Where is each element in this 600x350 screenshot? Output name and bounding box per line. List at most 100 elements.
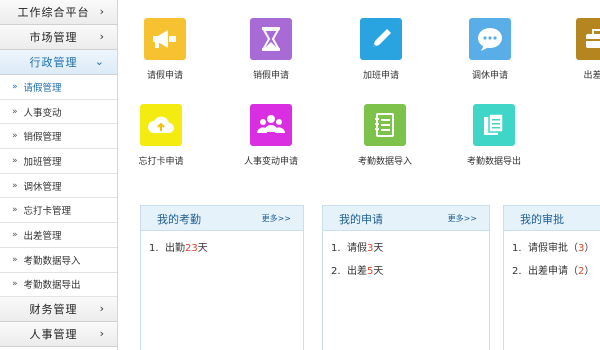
main-content: 请假申请 销假申请 加班申请 调休申请 出差 忘打卡申请 人事变动申请 考勤数据…	[119, 0, 600, 350]
chevron-right-icon: ›	[99, 5, 105, 18]
list-item[interactable]: 1. 出勤23天	[149, 239, 303, 254]
megaphone-icon	[144, 18, 186, 60]
list-item[interactable]: 2. 出差5天	[331, 262, 489, 277]
sidebar-item-missed-punch[interactable]: » 忘打卡管理	[0, 198, 117, 224]
item-unit: 天	[373, 243, 384, 254]
cloud-upload-icon	[140, 104, 182, 146]
panel-header: 我的申请 更多>>	[323, 206, 489, 231]
list-number: 1.	[149, 243, 159, 254]
sidebar-item-label: 考勤数据导入	[23, 255, 81, 267]
double-chevron-icon: »	[12, 279, 18, 290]
nav-group-label: 工作综合平台	[17, 6, 90, 19]
sidebar-item-label: 加班管理	[23, 156, 62, 168]
sidebar-item-personnel-change[interactable]: » 人事变动	[0, 99, 117, 125]
list-item[interactable]: 1. 请假审批（3）	[512, 239, 600, 254]
double-chevron-icon: »	[12, 106, 18, 117]
chevron-right-icon: ›	[99, 30, 105, 43]
tile-missed-punch-request[interactable]: 忘打卡申请	[111, 104, 211, 167]
sidebar-item-label: 考勤数据导出	[23, 280, 81, 292]
item-text: 请假	[347, 243, 367, 254]
sidebar-item-leave-cancel[interactable]: » 销假管理	[0, 124, 117, 150]
hourglass-icon	[250, 18, 292, 60]
item-count: 23	[185, 243, 198, 254]
sidebar-item-label: 出差管理	[23, 230, 62, 242]
panel-title: 我的申请	[339, 213, 383, 226]
list-item[interactable]: 1. 请假3天	[331, 239, 489, 254]
briefcase-icon	[576, 18, 600, 60]
tile-label: 请假申请	[146, 71, 183, 81]
double-chevron-icon: »	[12, 254, 18, 265]
item-unit: ）	[584, 266, 595, 277]
tile-personnel-change-request[interactable]: 人事变动申请	[221, 104, 321, 167]
nav-group-label: 人事管理	[29, 328, 78, 342]
nav-group-market[interactable]: 市场管理 ›	[0, 25, 117, 50]
chevron-right-icon: ›	[99, 327, 105, 341]
sidebar-item-attendance-export[interactable]: » 考勤数据导出	[0, 272, 117, 298]
item-text: 出勤	[165, 243, 185, 254]
sidebar-item-label: 请假管理	[23, 82, 62, 94]
double-chevron-icon: »	[12, 131, 18, 142]
sidebar-item-time-off[interactable]: » 调休管理	[0, 173, 117, 199]
double-chevron-icon: »	[12, 205, 18, 216]
nav-group-hr[interactable]: 人事管理 ›	[0, 322, 117, 348]
nav-group-label: 财务管理	[29, 303, 78, 317]
sidebar-item-label: 忘打卡管理	[23, 206, 72, 218]
panel-header: 我的考勤 更多>>	[141, 206, 303, 231]
sidebar: 工作综合平台 › 市场管理 › 行政管理 ⌄ » 请假管理 » 人事变动 » 销…	[0, 0, 118, 350]
list-number: 2.	[331, 266, 341, 277]
panel-title: 我的审批	[520, 213, 564, 226]
item-text: 请假审批（	[528, 243, 578, 254]
panel-header: 我的审批	[504, 206, 600, 231]
pencil-icon	[360, 18, 402, 60]
double-chevron-icon: »	[12, 155, 18, 166]
item-unit: 天	[373, 266, 384, 277]
panel-title: 我的考勤	[157, 213, 201, 226]
tile-label: 考勤数据导入	[357, 157, 412, 167]
nav-group-label: 市场管理	[29, 31, 78, 44]
sidebar-item-overtime[interactable]: » 加班管理	[0, 149, 117, 174]
chevron-right-icon: ›	[99, 302, 105, 316]
tile-label: 出差申	[583, 71, 600, 81]
people-icon	[250, 104, 292, 146]
list-number: 1.	[512, 243, 522, 254]
sidebar-item-attendance-import[interactable]: » 考勤数据导入	[0, 247, 117, 273]
list-item[interactable]: 2. 出差申请（2）	[512, 262, 600, 277]
nav-group-finance[interactable]: 财务管理 ›	[0, 297, 117, 323]
panel-my-requests: 我的申请 更多>> 1. 请假3天 2. 出差5天	[322, 205, 490, 350]
panel-my-attendance: 我的考勤 更多>> 1. 出勤23天	[140, 205, 304, 350]
chevron-down-icon: ⌄	[94, 55, 105, 68]
more-link[interactable]: 更多>>	[448, 213, 477, 224]
sidebar-item-label: 调休管理	[23, 181, 62, 193]
sidebar-item-label: 人事变动	[23, 107, 62, 119]
more-link[interactable]: 更多>>	[262, 213, 291, 224]
tile-attendance-import[interactable]: 考勤数据导入	[335, 104, 435, 167]
item-text: 出差申请（	[528, 266, 578, 277]
tile-overtime-request[interactable]: 加班申请	[331, 18, 431, 81]
panel-my-approvals: 我的审批 1. 请假审批（3） 2. 出差申请（2）	[503, 205, 600, 350]
tile-label: 销假申请	[252, 71, 289, 81]
sidebar-item-label: 销假管理	[23, 132, 62, 144]
list-number: 2.	[512, 266, 522, 277]
tile-label: 调休申请	[471, 71, 508, 81]
list-number: 1.	[331, 243, 341, 254]
tile-label: 考勤数据导出	[466, 157, 521, 167]
tile-time-off-request[interactable]: 调休申请	[440, 18, 540, 81]
tile-leave-cancel-request[interactable]: 销假申请	[221, 18, 321, 81]
item-text: 出差	[347, 266, 367, 277]
double-chevron-icon: »	[12, 81, 18, 92]
item-unit: ）	[584, 243, 595, 254]
chat-bubble-icon	[469, 18, 511, 60]
tile-label: 忘打卡申请	[138, 157, 184, 167]
tile-business-trip-request[interactable]: 出差申	[547, 18, 600, 81]
nav-group-admin[interactable]: 行政管理 ⌄	[0, 50, 117, 75]
tile-leave-request[interactable]: 请假申请	[115, 18, 215, 81]
sidebar-item-leave[interactable]: » 请假管理	[0, 75, 117, 100]
double-chevron-icon: »	[12, 229, 18, 240]
tile-attendance-export[interactable]: 考勤数据导出	[444, 104, 544, 167]
double-chevron-icon: »	[12, 180, 18, 191]
nav-group-label: 行政管理	[29, 56, 78, 69]
tile-label: 人事变动申请	[243, 157, 298, 167]
notebook-icon	[364, 104, 406, 146]
nav-group-work-platform[interactable]: 工作综合平台 ›	[0, 0, 117, 25]
sidebar-item-business-trip[interactable]: » 出差管理	[0, 223, 117, 248]
